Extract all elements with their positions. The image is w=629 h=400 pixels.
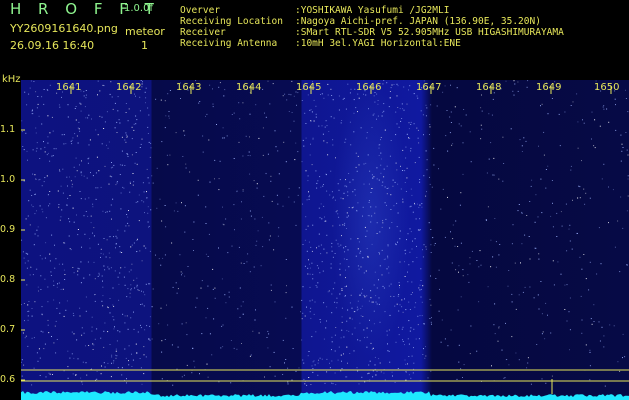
info-value: :YOSHIKAWA Yasufumi /JG2MLI: [295, 5, 450, 16]
header-panel: H R O F F T 1.0.0f YY2609161640.png 26.0…: [0, 0, 629, 70]
spectrogram-canvas: [21, 80, 629, 400]
x-tick-label: 1643: [176, 82, 202, 93]
x-tick-label: 1650: [594, 82, 620, 93]
y-tick-label: 1.1: [0, 124, 16, 135]
noise-speckle: [21, 80, 629, 387]
x-tick-label: 1646: [356, 82, 382, 93]
info-row-observer: Overver :YOSHIKAWA Yasufumi /JG2MLI: [180, 5, 564, 16]
y-axis-unit: kHz: [2, 74, 21, 85]
x-tick-label: 1644: [236, 82, 262, 93]
info-key: Receiver: [180, 27, 226, 38]
meteor-label: meteor: [125, 25, 165, 38]
info-key: Overver: [180, 5, 221, 16]
y-tick-label: 0.9: [0, 224, 16, 235]
info-value: :Nagoya Aichi-pref. JAPAN (136.90E, 35.2…: [295, 16, 541, 27]
file-name: YY2609161640.png: [10, 22, 118, 35]
app-version: 1.0.0f: [124, 3, 153, 14]
y-tick-label: 0.8: [0, 274, 16, 285]
x-tick-label: 1641: [56, 82, 82, 93]
timestamp: 26.09.16 16:40: [10, 39, 95, 52]
meteor-count: 1: [141, 39, 148, 52]
station-info: Overver :YOSHIKAWA Yasufumi /JG2MLI Rece…: [180, 5, 564, 49]
info-row-receiver: Receiver :SMart RTL-SDR V5 52.905MHz USB…: [180, 27, 564, 38]
y-tick-label: 0.7: [0, 324, 16, 335]
info-row-location: Receiving Location :Nagoya Aichi-pref. J…: [180, 16, 564, 27]
waterfall-spectrogram[interactable]: [21, 80, 629, 400]
info-key: Receiving Antenna: [180, 38, 278, 49]
info-value: :SMart RTL-SDR V5 52.905MHz USB HIGASHIM…: [295, 27, 564, 38]
info-value: :10mH 3el.YAGI Horizontal:ENE: [295, 38, 461, 49]
info-key: Receiving Location: [180, 16, 283, 27]
x-tick-label: 1648: [476, 82, 502, 93]
spectrum-trace: [21, 391, 629, 400]
x-tick-label: 1642: [116, 82, 142, 93]
x-tick-label: 1647: [416, 82, 442, 93]
x-tick-label: 1645: [296, 82, 322, 93]
y-tick-label: 1.0: [0, 174, 16, 185]
info-row-antenna: Receiving Antenna :10mH 3el.YAGI Horizon…: [180, 38, 564, 49]
y-tick-label: 0.6: [0, 374, 16, 385]
x-tick-label: 1649: [536, 82, 562, 93]
